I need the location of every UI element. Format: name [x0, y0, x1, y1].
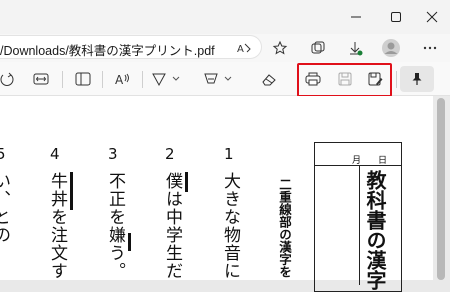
- question-text: い、との: [0, 172, 10, 244]
- scrollbar-thumb[interactable]: [437, 98, 445, 280]
- page-view-icon[interactable]: [70, 62, 96, 96]
- erase-icon[interactable]: [256, 62, 282, 96]
- question-number: 4: [50, 145, 60, 163]
- double-underline: [128, 233, 131, 251]
- favorites-icon[interactable]: [268, 34, 292, 62]
- fit-page-icon[interactable]: [28, 62, 54, 96]
- close-icon[interactable]: [412, 0, 450, 34]
- question-number: 1: [224, 145, 234, 163]
- collections-icon[interactable]: [306, 34, 330, 62]
- worksheet-title: 教科書の漢字: [363, 170, 387, 290]
- question-text: 僕は中学生だ: [162, 172, 182, 280]
- maximize-icon[interactable]: [376, 0, 416, 34]
- draw-icon[interactable]: [146, 62, 172, 96]
- double-underline: [70, 172, 73, 210]
- instruction-text: 二重線部の漢字を: [277, 178, 292, 278]
- chevron-down-icon[interactable]: [222, 62, 234, 96]
- question-text: 大きな物音に: [220, 172, 240, 280]
- more-icon[interactable]: [418, 34, 442, 62]
- minimize-icon[interactable]: [336, 0, 376, 34]
- downloads-icon[interactable]: [343, 34, 367, 62]
- svg-text:A: A: [237, 44, 244, 55]
- question-number: 5: [0, 145, 6, 163]
- address-bar[interactable]: /Downloads/教科書の漢字プリント.pdf A: [0, 35, 262, 59]
- address-text: /Downloads/教科書の漢字プリント.pdf: [0, 44, 215, 58]
- svg-text:A: A: [115, 73, 124, 87]
- title-bar: [0, 0, 450, 34]
- chevron-down-icon[interactable]: [170, 62, 182, 96]
- month-label: 月: [352, 156, 362, 166]
- address-bar-row: /Downloads/教科書の漢字プリント.pdf A: [0, 34, 450, 62]
- read-aloud-icon[interactable]: A: [110, 62, 136, 96]
- read-aloud-icon[interactable]: A: [232, 34, 256, 62]
- pin-icon[interactable]: [400, 66, 434, 92]
- question-number: 3: [108, 145, 118, 163]
- question-text: 牛丼を注文す: [47, 172, 67, 280]
- rotate-icon[interactable]: [0, 62, 18, 96]
- profile-icon[interactable]: [378, 34, 404, 62]
- question-text: 不正を嫌う。: [105, 172, 125, 280]
- day-label: 日: [378, 156, 388, 166]
- highlight-box: [297, 63, 392, 97]
- header-box-divider: [359, 165, 360, 285]
- question-number: 2: [165, 145, 175, 163]
- highlight-icon[interactable]: [198, 62, 224, 96]
- double-underline: [185, 172, 188, 192]
